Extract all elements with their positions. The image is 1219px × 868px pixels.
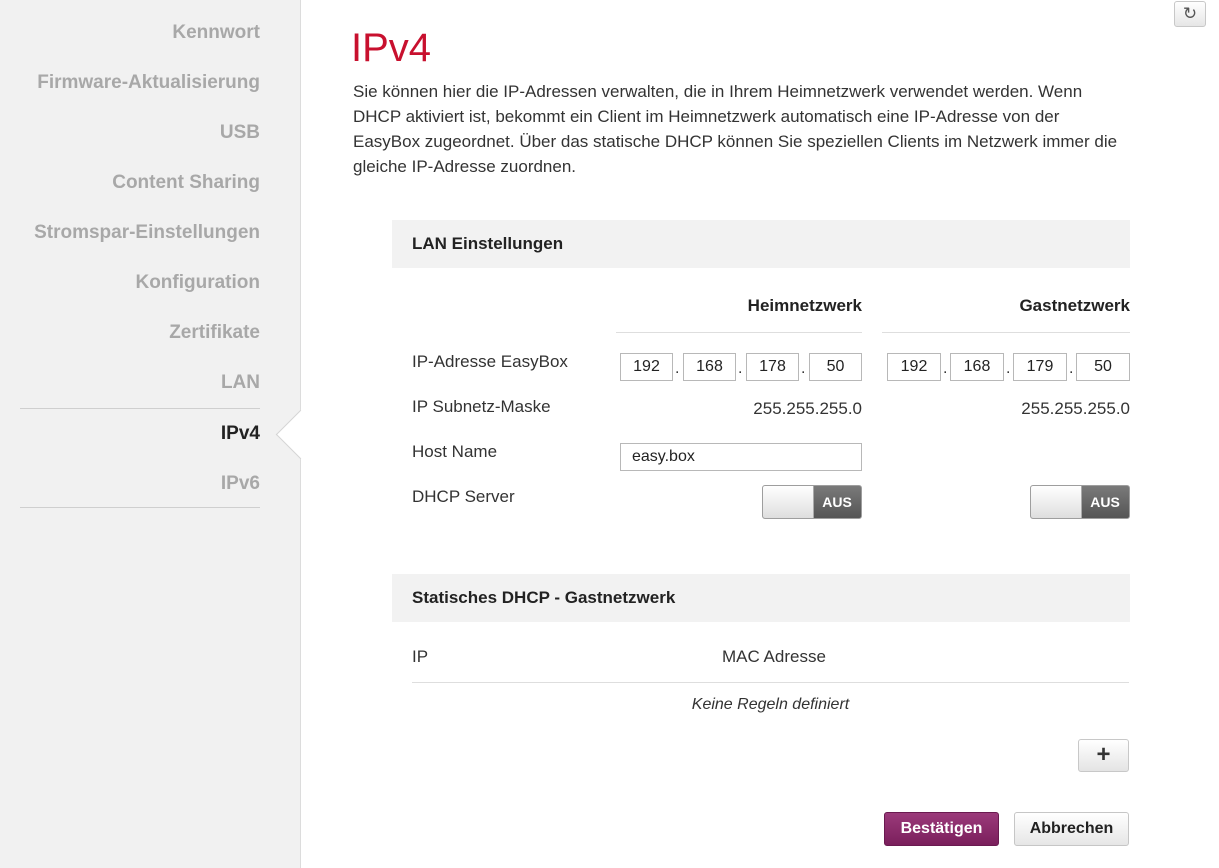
guest-dhcp-toggle[interactable]: AUS — [1030, 485, 1130, 519]
toggle-state: AUS — [822, 494, 852, 510]
guest-subnet-mask: 255.255.255.0 — [1021, 399, 1130, 418]
sidebar-item-zertifikate[interactable]: Zertifikate — [169, 322, 260, 344]
section-header-lan: LAN Einstellungen — [392, 220, 1130, 268]
guest-ip-octet-2[interactable]: 168 — [950, 353, 1004, 381]
dhcp-server-label: DHCP Server — [412, 487, 515, 506]
ip-separator: . — [1069, 360, 1074, 377]
sidebar: Kennwort Firmware-Aktualisierung USB Con… — [0, 0, 301, 868]
reset-button[interactable]: ↻ — [1174, 1, 1206, 27]
sidebar-divider — [20, 408, 260, 409]
table-divider — [412, 682, 1129, 683]
page-title: IPv4 — [351, 26, 432, 70]
host-name-input[interactable]: easy.box — [620, 443, 862, 471]
sidebar-item-lan[interactable]: LAN — [221, 372, 260, 394]
ip-separator: . — [738, 360, 743, 377]
ip-address-label: IP-Adresse EasyBox — [412, 352, 568, 371]
sidebar-divider — [20, 507, 260, 508]
sidebar-item-firmware[interactable]: Firmware-Aktualisierung — [37, 72, 260, 94]
section-header-static-dhcp: Statisches DHCP - Gastnetzwerk — [392, 574, 1130, 622]
sidebar-item-ipv6[interactable]: IPv6 — [221, 473, 260, 495]
sidebar-item-stromspar[interactable]: Stromspar-Einstellungen — [34, 222, 260, 244]
subnet-mask-label: IP Subnetz-Maske — [412, 397, 551, 416]
sidebar-item-konfiguration[interactable]: Konfiguration — [135, 272, 260, 294]
column-header-ip: IP — [412, 647, 429, 666]
plus-icon: + — [1096, 741, 1111, 768]
home-dhcp-toggle[interactable]: AUS — [762, 485, 862, 519]
toggle-knob — [763, 486, 814, 518]
column-header-mac: MAC Adresse — [722, 647, 826, 666]
sidebar-item-content-sharing[interactable]: Content Sharing — [112, 172, 260, 194]
sidebar-item-kennwort[interactable]: Kennwort — [172, 22, 260, 44]
column-header-home: Heimnetzwerk — [747, 296, 862, 315]
host-name-label: Host Name — [412, 442, 498, 461]
ip-separator: . — [1006, 360, 1011, 377]
column-header-guest: Gastnetzwerk — [1019, 296, 1130, 315]
sidebar-item-usb[interactable]: USB — [220, 122, 260, 144]
home-ip-octet-1[interactable]: 192 — [620, 353, 673, 381]
column-divider — [616, 332, 862, 333]
empty-rules-message: Keine Regeln definiert — [691, 696, 850, 713]
sidebar-item-ipv4[interactable]: IPv4 — [221, 423, 260, 445]
toggle-state: AUS — [1090, 494, 1120, 510]
add-rule-button[interactable]: + — [1078, 739, 1129, 772]
guest-ip-octet-3[interactable]: 179 — [1013, 353, 1067, 381]
ip-separator: . — [801, 360, 806, 377]
column-divider — [882, 332, 1130, 333]
toggle-knob — [1031, 486, 1082, 518]
confirm-button[interactable]: Bestätigen — [884, 812, 999, 846]
guest-ip-octet-1[interactable]: 192 — [887, 353, 941, 381]
page-description: Sie können hier die IP-Adressen verwalte… — [353, 82, 1118, 176]
home-ip-octet-4[interactable]: 50 — [809, 353, 862, 381]
guest-ip-octet-4[interactable]: 50 — [1076, 353, 1130, 381]
home-ip-octet-3[interactable]: 178 — [746, 353, 799, 381]
home-ip-octet-2[interactable]: 168 — [683, 353, 736, 381]
ip-separator: . — [943, 360, 948, 377]
refresh-icon: ↻ — [1182, 4, 1198, 23]
ip-separator: . — [675, 360, 680, 377]
cancel-button[interactable]: Abbrechen — [1014, 812, 1129, 846]
home-subnet-mask: 255.255.255.0 — [753, 399, 862, 418]
